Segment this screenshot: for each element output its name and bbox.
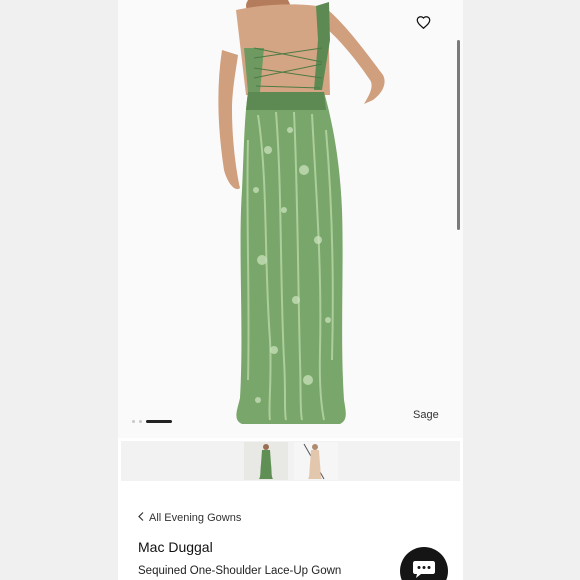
color-label: Sage [413, 409, 439, 421]
chevron-left-icon [138, 512, 144, 524]
product-page: Sage All Evening Gowns Mac Duggal Sequin… [118, 0, 463, 580]
thumbnail-beige-gown[interactable] [294, 442, 338, 480]
carousel-indicator[interactable] [132, 420, 172, 423]
carousel-dot-active[interactable] [146, 420, 172, 423]
thumbnail-strip [121, 441, 460, 481]
chat-bubble-icon [412, 559, 436, 580]
carousel-dot[interactable] [139, 420, 142, 423]
product-image[interactable]: Sage [118, 0, 463, 438]
wishlist-heart-icon[interactable] [416, 15, 440, 39]
gown-illustration [218, 0, 385, 424]
breadcrumb-label[interactable]: All Evening Gowns [149, 512, 241, 524]
background-right [462, 0, 580, 580]
carousel-dot[interactable] [132, 420, 135, 423]
background-left [0, 0, 118, 580]
brand-name[interactable]: Mac Duggal [138, 539, 213, 555]
product-title: Sequined One-Shoulder Lace-Up Gown [138, 565, 342, 577]
thumbnail-green-gown[interactable] [244, 442, 288, 480]
scrollbar[interactable] [457, 40, 460, 230]
chat-button[interactable] [400, 547, 448, 580]
breadcrumb[interactable]: All Evening Gowns [138, 512, 241, 524]
